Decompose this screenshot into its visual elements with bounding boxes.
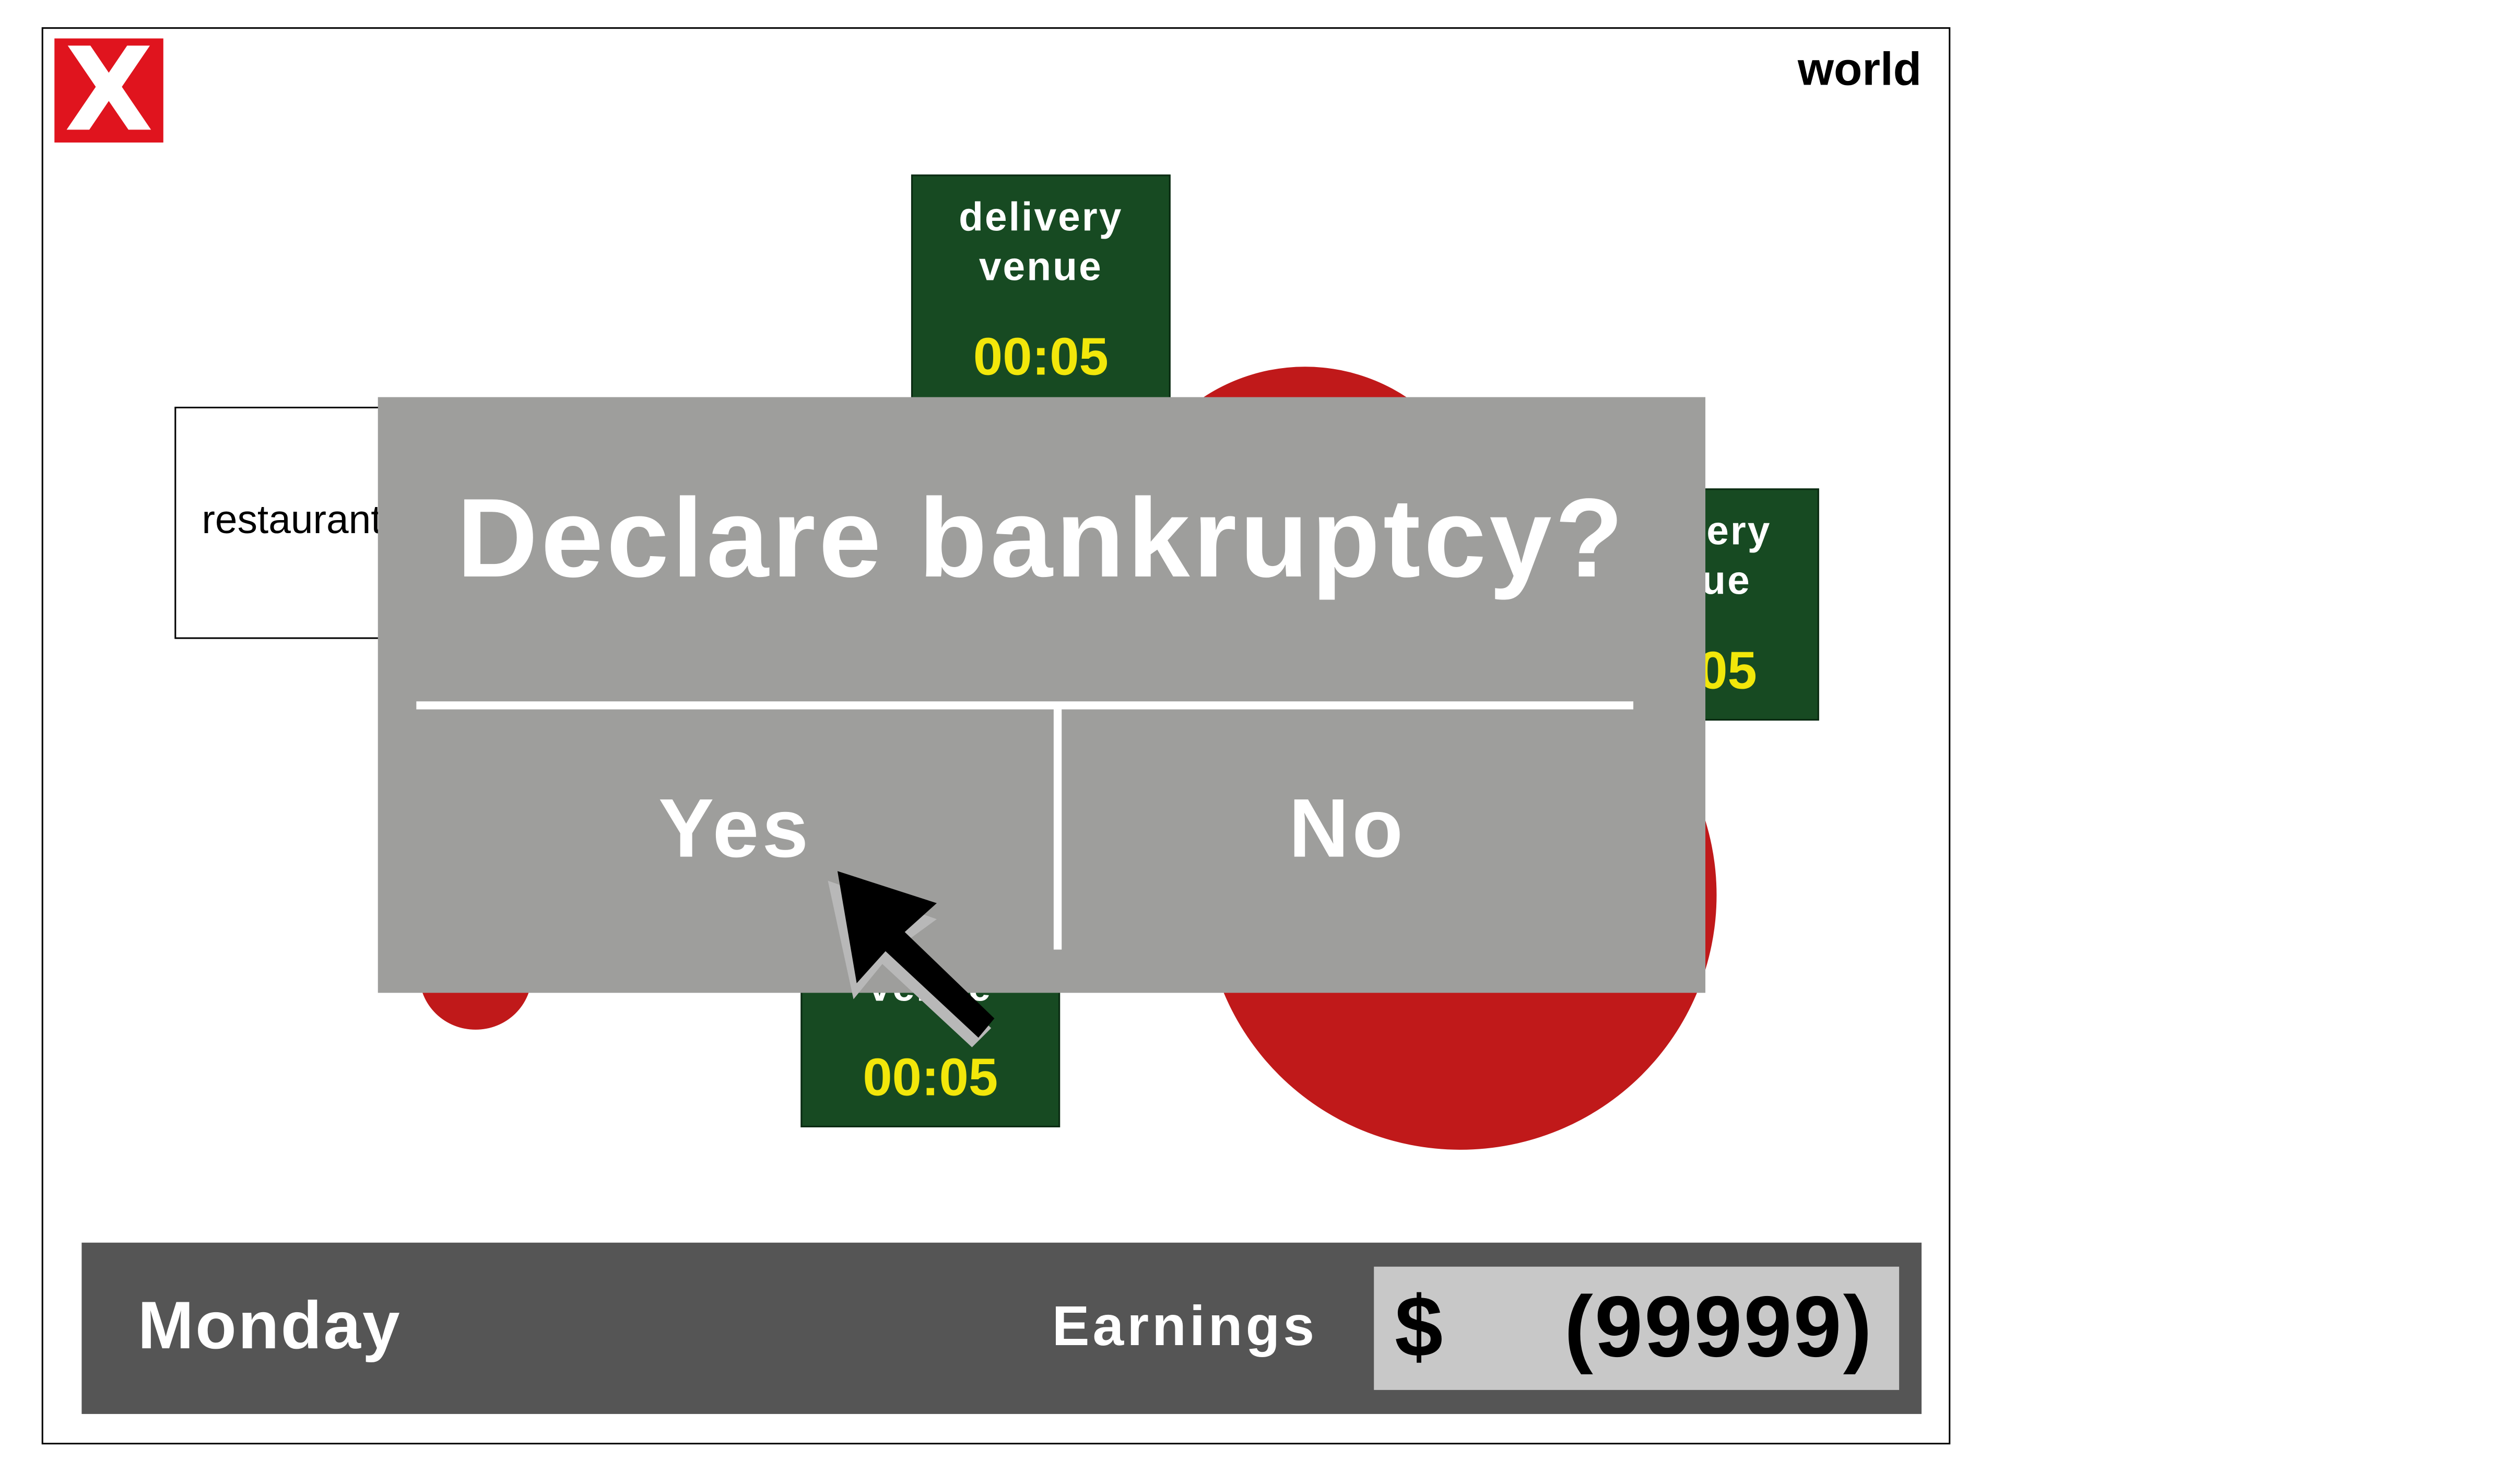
bankruptcy-dialog: Declare bankruptcy? Yes No [378, 397, 1706, 993]
restaurant-label: restaurant [202, 498, 382, 543]
venue-timer: 00:05 [863, 1047, 998, 1107]
dialog-divider-horizontal [416, 701, 1634, 710]
close-icon: X [64, 22, 154, 157]
venue-name: delivery venue [913, 194, 1169, 293]
day-label: Monday [137, 1287, 402, 1363]
earnings-value: (99999) [1564, 1279, 1874, 1376]
game-stage: X world restaurant delivery venue 00:05 … [0, 0, 2498, 1483]
yes-button[interactable]: Yes [416, 710, 1054, 950]
dialog-title: Declare bankruptcy? [456, 475, 1627, 601]
venue-name-line1: delivery [959, 195, 1123, 241]
delivery-venue-top[interactable]: delivery venue 00:05 [911, 174, 1171, 407]
world-label: world [1797, 44, 1922, 97]
no-button[interactable]: No [1062, 710, 1633, 950]
currency-symbol: $ [1395, 1279, 1443, 1376]
status-bar: Monday Earnings $ (99999) [81, 1242, 1922, 1414]
venue-name-line2: venue [979, 245, 1103, 290]
close-button[interactable]: X [54, 32, 163, 147]
earnings-display: $ (99999) [1374, 1266, 1900, 1390]
venue-timer: 00:05 [973, 326, 1109, 386]
earnings-label: Earnings [1052, 1295, 1318, 1358]
dialog-divider-vertical [1053, 709, 1062, 950]
